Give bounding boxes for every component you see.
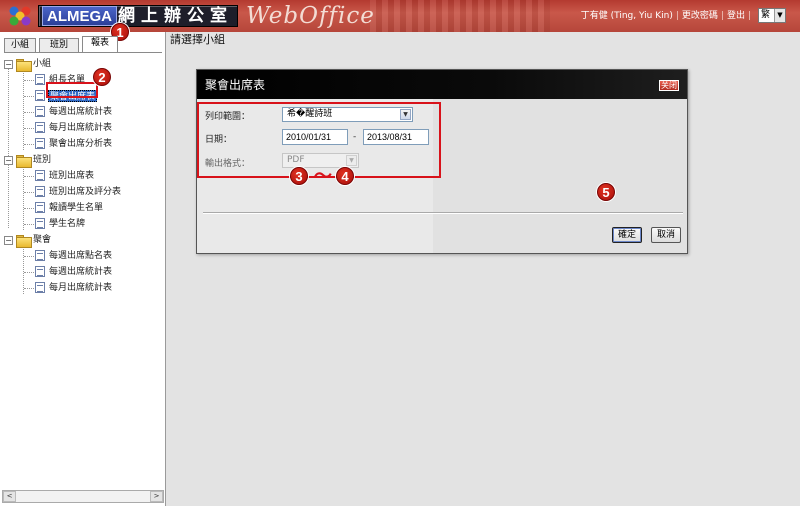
tree-folder-label: 聚會	[33, 235, 52, 245]
report-doc-icon	[35, 218, 45, 229]
collapse-icon[interactable]: −	[4, 60, 13, 69]
report-doc-icon	[35, 138, 45, 149]
step-2-callout: 2	[93, 68, 111, 86]
tree-folder-label: 班別	[33, 155, 52, 165]
step-5-callout: 5	[597, 183, 615, 201]
sidebar: 小組 班別 報表 − 小組 組長名單 聚會出席表 每週出席統計表 每月出席統計表…	[0, 32, 166, 506]
report-doc-icon	[35, 106, 45, 117]
tree-item-label: 聚會出席分析表	[49, 139, 113, 149]
tree-connector	[24, 208, 34, 209]
step-4-callout: 4	[336, 167, 354, 185]
user-links: 丁有健 (Ting, Yiu Kin) | 更改密碼 | 登出 |	[581, 8, 754, 21]
step-range-mark: ～	[314, 166, 332, 187]
step-3-callout: 3	[290, 167, 308, 185]
tab-divider	[4, 52, 162, 53]
dialog-divider	[203, 212, 683, 214]
tab-groups[interactable]: 小組	[4, 38, 36, 52]
ok-button[interactable]: 確定	[612, 227, 642, 243]
tree-connector	[24, 192, 34, 193]
horizontal-scrollbar[interactable]: < >	[2, 490, 164, 503]
tree-connector	[23, 246, 24, 294]
collapse-icon[interactable]: −	[4, 156, 13, 165]
tree-connector	[24, 96, 34, 97]
tree-item-label: 班別出席及評分表	[49, 187, 122, 197]
report-doc-icon	[35, 282, 45, 293]
brand-name-latin: ALMEGA	[42, 6, 117, 26]
report-doc-icon	[35, 90, 45, 101]
scroll-right-icon[interactable]: >	[150, 491, 163, 502]
report-doc-icon	[35, 74, 45, 85]
app-logo-icon	[9, 6, 31, 26]
logout-link[interactable]: 登出	[727, 11, 745, 21]
tree-item-label: 學生名牌	[49, 219, 86, 229]
tree-connector	[23, 70, 24, 150]
language-select[interactable]: 繁 ▼	[758, 8, 786, 23]
chevron-down-icon: ▼	[774, 9, 785, 22]
tree-connector	[24, 176, 34, 177]
dialog-title-bar[interactable]: 聚會出席表 关闭	[197, 70, 687, 99]
tree-connector	[24, 144, 34, 145]
tree-item-label: 報讀學生名單	[49, 203, 104, 213]
report-doc-icon	[35, 186, 45, 197]
divider: |	[675, 11, 679, 21]
page-title: 請選擇小組	[170, 33, 225, 46]
folder-open-icon	[16, 235, 32, 248]
tree-connector	[24, 224, 34, 225]
scroll-left-icon[interactable]: <	[3, 491, 16, 502]
report-doc-icon	[35, 202, 45, 213]
brand-name-chinese: 網上辦公室	[118, 6, 233, 26]
language-value: 繁	[761, 10, 771, 20]
tree-item-label: 班別出席表	[49, 171, 95, 181]
tree-item-label: 每月出席統計表	[49, 283, 113, 293]
tree-connector	[24, 272, 34, 273]
folder-open-icon	[16, 155, 32, 168]
tree-connector	[24, 112, 34, 113]
report-doc-icon	[35, 122, 45, 133]
tree-connector	[24, 80, 34, 81]
report-doc-icon	[35, 250, 45, 261]
tree-item-label: 每週出席統計表	[49, 107, 113, 117]
tree-item-label: 每週出席點名表	[49, 251, 113, 261]
tab-classes[interactable]: 班別	[39, 38, 79, 52]
cancel-button[interactable]: 取消	[651, 227, 681, 243]
tree-connector	[24, 288, 34, 289]
change-password-link[interactable]: 更改密碼	[682, 11, 718, 21]
dialog-shade	[433, 99, 687, 253]
tree-connector	[8, 68, 9, 228]
report-doc-icon	[35, 266, 45, 277]
collapse-icon[interactable]: −	[4, 236, 13, 245]
report-doc-icon	[35, 170, 45, 181]
dialog-title: 聚會出席表	[205, 78, 266, 92]
close-icon[interactable]: 关闭	[659, 80, 679, 91]
tree-connector	[24, 256, 34, 257]
tree-connector	[24, 128, 34, 129]
folder-open-icon	[16, 59, 32, 72]
tree-item-label: 每月出席統計表	[49, 123, 113, 133]
highlight-box	[46, 82, 98, 98]
divider: |	[720, 11, 724, 21]
tree-item-label: 每週出席統計表	[49, 267, 113, 277]
divider: |	[747, 11, 751, 21]
user-name: 丁有健 (Ting, Yiu Kin)	[580, 11, 673, 21]
brand-product-name: WebOffice	[246, 3, 375, 29]
tab-reports[interactable]: 報表	[82, 36, 118, 52]
tree-folder-label: 小組	[33, 59, 52, 69]
